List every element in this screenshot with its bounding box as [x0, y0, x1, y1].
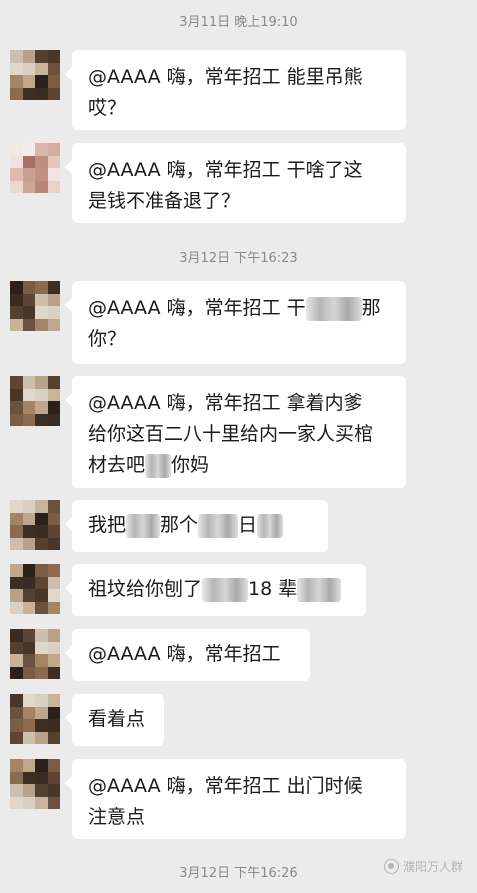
message-bubble[interactable]: 看着点 [65, 694, 164, 746]
avatar[interactable] [10, 50, 60, 100]
message-text: 哎？ [88, 97, 127, 119]
message-text: 看着点 [88, 708, 146, 730]
redacted-mosaic [297, 577, 342, 602]
message-text: 你？ [88, 328, 127, 350]
avatar[interactable] [10, 500, 60, 550]
message-text: @AAAA 嗨，常年招工 干啥了这 [88, 159, 363, 181]
message-text: 我把 那个日 [88, 510, 312, 541]
wechat-official-account-icon [383, 859, 399, 874]
watermark: 濮阳万人群 [383, 858, 463, 875]
avatar[interactable] [10, 281, 60, 331]
timestamp-1: 3月11日 晚上19:10 [179, 15, 298, 30]
redacted-mosaic [305, 296, 362, 321]
avatar[interactable] [10, 759, 60, 809]
message-text: 祖坟给你刨了 18 辈 [88, 574, 350, 605]
message-text: @AAAA 嗨，常年招工 [88, 643, 281, 665]
avatar[interactable] [10, 564, 60, 614]
watermark-text: 濮阳万人群 [402, 860, 463, 874]
message-bubble[interactable]: @AAAA 嗨，常年招工 干啥了这 是钱不准备退了？ [65, 143, 406, 223]
message-text: @AAAA 嗨，常年招工 出门时候 [88, 775, 363, 797]
message-text: @AAAA 嗨，常年招工 干那 [88, 296, 381, 321]
redacted-mosaic [198, 513, 239, 538]
timestamp-2: 3月12日 下午16:23 [179, 251, 298, 266]
avatar[interactable] [10, 376, 60, 426]
message-bubble[interactable]: 祖坟给你刨了 18 辈 [65, 564, 366, 616]
message-text: 是钱不准备退了？ [88, 190, 241, 212]
message-bubble[interactable]: @AAAA 嗨，常年招工 出门时候 注意点 [65, 759, 406, 839]
message-text: 注意点 [88, 806, 146, 828]
message-text: 材去吧 你妈 [88, 453, 210, 478]
message-bubble[interactable]: 我把 那个日 [65, 500, 328, 552]
message-text: @AAAA 嗨，常年招工 拿着内爹 [88, 392, 363, 414]
avatar[interactable] [10, 629, 60, 679]
message-bubble[interactable]: @AAAA 嗨，常年招工 能里吊熊 哎？ [65, 50, 406, 130]
message-bubble[interactable]: @AAAA 嗨，常年招工 [65, 629, 310, 681]
redacted-mosaic [202, 577, 249, 602]
redacted-mosaic [126, 513, 161, 538]
redacted-mosaic [145, 453, 172, 478]
message-bubble[interactable]: @AAAA 嗨，常年招工 干那 你？ [65, 281, 406, 364]
message-text: @AAAA 嗨，常年招工 能里吊熊 [88, 66, 363, 88]
avatar[interactable] [10, 694, 60, 744]
message-bubble[interactable]: @AAAA 嗨，常年招工 拿着内爹 给你这百二八十里给内一家人买棺 材去吧 你妈 [65, 376, 406, 488]
redacted-mosaic [257, 513, 284, 538]
message-text: 给你这百二八十里给内一家人买棺 [88, 423, 374, 445]
avatar[interactable] [10, 143, 60, 193]
